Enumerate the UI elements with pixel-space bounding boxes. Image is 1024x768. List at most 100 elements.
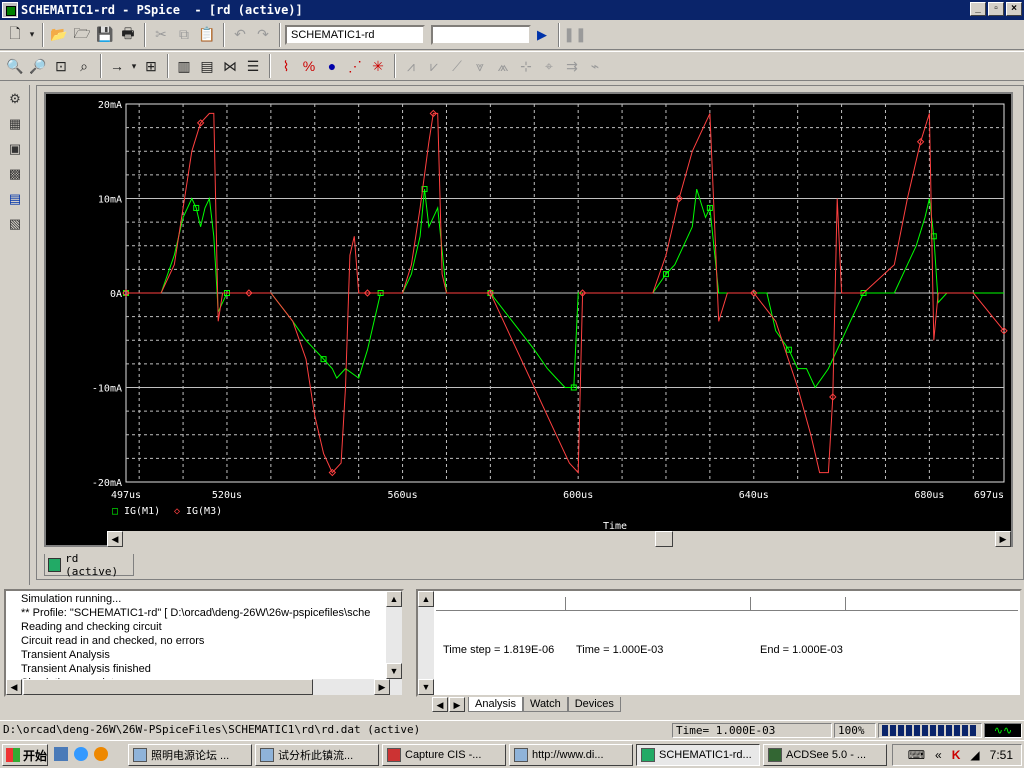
scroll-right-arrow-icon[interactable]: ▶ [995,531,1011,547]
trace-expression-icon[interactable]: % [298,55,320,77]
media-player-icon[interactable] [94,747,108,761]
scroll-down-arrow-icon[interactable]: ▼ [386,663,402,679]
cursor-toggle-icon[interactable]: ✳ [367,55,389,77]
simulation-settings-icon[interactable]: ▤ [4,188,26,210]
start-label: 开始 [23,748,48,763]
fourier-icon[interactable]: ⊞ [140,55,162,77]
zoom-fit-icon[interactable]: ⌕ [73,55,95,77]
x-tick-label: 600us [563,490,593,501]
scroll-left-arrow-icon[interactable]: ◀ [107,531,123,547]
taskbar-item[interactable]: http://www.di... [509,744,633,766]
cursor-search-icon[interactable]: ⌖ [538,55,560,77]
table-icon[interactable]: ☰ [242,55,264,77]
restore-button[interactable]: ▫ [988,2,1004,16]
cursor-min-icon[interactable]: ⩔ [469,55,491,77]
scroll-up-arrow-icon[interactable]: ▲ [418,591,434,607]
open-sim-icon[interactable]: 🗁 [71,24,93,46]
add-y-axis-icon[interactable]: ▤ [196,55,218,77]
y-tick-label: -10mA [92,384,122,395]
run-icon[interactable]: ▶ [531,24,553,46]
antivirus-icon[interactable]: K [952,748,961,762]
scroll-thumb[interactable] [23,679,313,695]
start-button[interactable]: 开始 [2,744,48,766]
scroll-up-arrow-icon[interactable]: ▲ [386,591,402,607]
desktop-icon[interactable] [54,747,68,761]
legend-label-series1[interactable]: IG(M1) [124,506,160,517]
cursor-next-icon[interactable]: ⇉ [561,55,583,77]
scroll-left-arrow-icon[interactable]: ◀ [6,679,22,695]
pspice-app-icon[interactable] [2,2,18,18]
markers-icon[interactable]: ▦ [4,113,26,135]
taskbar-item[interactable]: 照明电源论坛 ... [128,744,252,766]
status-bar: D:\orcad\deng-26W\26W-PSpiceFiles\SCHEMA… [0,720,1024,739]
capture-icon [387,748,401,762]
mark-label-icon[interactable]: ⌁ [584,55,606,77]
redo-icon[interactable]: ↷ [252,24,274,46]
taskbar-item[interactable]: 试分析此镇流... [255,744,379,766]
marker-icon[interactable]: ⋰ [344,55,366,77]
cut-icon[interactable]: ✂ [150,24,172,46]
scroll-down-arrow-icon[interactable]: ▼ [418,679,434,695]
output-file-icon[interactable]: ▩ [4,163,26,185]
cursor-trough-icon[interactable]: ⩗ [423,55,445,77]
profile-select[interactable]: SCHEMATIC1-rd [285,24,425,45]
keyboard-icon[interactable]: ⌨ [908,748,925,762]
plot-window[interactable]: 20mA 10mA 0A -10mA -20mA 497us 520us 560us 600us… [44,92,1013,547]
copy-icon[interactable]: ⧉ [173,24,195,46]
tab-devices[interactable]: Devices [567,697,621,712]
legend-label-series2[interactable]: IG(M3) [186,506,222,517]
save-icon[interactable]: 💾 [94,24,116,46]
new-file-icon[interactable]: 🗋 [4,24,26,46]
add-trace-icon[interactable]: ⌇ [275,55,297,77]
zoom-out-icon[interactable]: 🔎 [27,55,49,77]
print-icon[interactable]: 🖶 [117,24,139,46]
color-legend-icon[interactable]: ● [321,55,343,77]
taskbar-item[interactable]: ACDSee 5.0 - ... [763,744,887,766]
tab-analysis[interactable]: Analysis [468,697,523,712]
zoom-area-icon[interactable]: ⊡ [50,55,72,77]
toolbar-separator [100,54,102,78]
scroll-thumb[interactable] [655,531,673,547]
tab-next-arrow-icon[interactable]: ▶ [449,697,465,712]
tray-expand-icon[interactable]: « [935,748,942,762]
document-tab[interactable]: rd (active) [44,552,134,578]
paste-icon[interactable]: 📋 [196,24,218,46]
x-tick-label: 520us [212,490,242,501]
zoom-in-icon[interactable]: 🔍 [4,55,26,77]
series-line-1[interactable] [126,188,1004,389]
toolbar-separator [223,22,225,47]
plot-horizontal-scrollbar[interactable]: ◀ ▶ [107,531,1011,548]
netlist-icon[interactable]: ▣ [4,138,26,160]
minimize-button[interactable]: _ [970,2,986,16]
taskbar-item-active[interactable]: SCHEMATIC1-rd... [636,744,760,766]
undo-icon[interactable]: ↶ [229,24,251,46]
dropdown-arrow-icon[interactable]: ▾ [27,24,37,46]
cursor-peak-icon[interactable]: ⩘ [400,55,422,77]
title-bar: SCHEMATIC1-rd - PSpice - [rd (active)] _… [0,0,1024,20]
volume-icon[interactable]: ◢ [970,748,979,762]
evaluate-icon[interactable]: ⋈ [219,55,241,77]
probe-icon[interactable]: ⚙ [4,88,26,110]
open-folder-icon[interactable]: 📂 [48,24,70,46]
log-horizontal-scrollbar[interactable]: ◀ ▶ [6,679,390,695]
cursor-point-icon[interactable]: ⊹ [515,55,537,77]
ie-icon[interactable] [74,747,88,761]
close-button[interactable]: × [1006,2,1022,16]
cursor-max-icon[interactable]: ⩕ [492,55,514,77]
pspice-icon [641,748,655,762]
status-vertical-scrollbar[interactable]: ▲ ▼ [418,591,434,695]
layout-icon[interactable]: ▧ [4,213,26,235]
waveform-plot[interactable]: 20mA 10mA 0A -10mA -20mA497us 520us 560us 600us… [46,94,1011,545]
cursor-slope-icon[interactable]: ⟋ [446,55,468,77]
pause-icon[interactable]: ❚❚ [563,24,586,46]
sim-select[interactable] [431,24,531,45]
tab-prev-arrow-icon[interactable]: ◀ [432,697,448,712]
scroll-right-arrow-icon[interactable]: ▶ [374,679,390,695]
tab-watch[interactable]: Watch [522,697,568,712]
taskbar-item[interactable]: Capture CIS -... [382,744,506,766]
add-plot-icon[interactable]: ▥ [173,55,195,77]
status-time: Time= 1.000E-03 [672,723,832,738]
axis-settings-icon[interactable]: ▾ [129,55,139,77]
log-x-icon[interactable]: → [106,55,128,77]
end-time-value: End = 1.000E-03 [760,644,843,656]
